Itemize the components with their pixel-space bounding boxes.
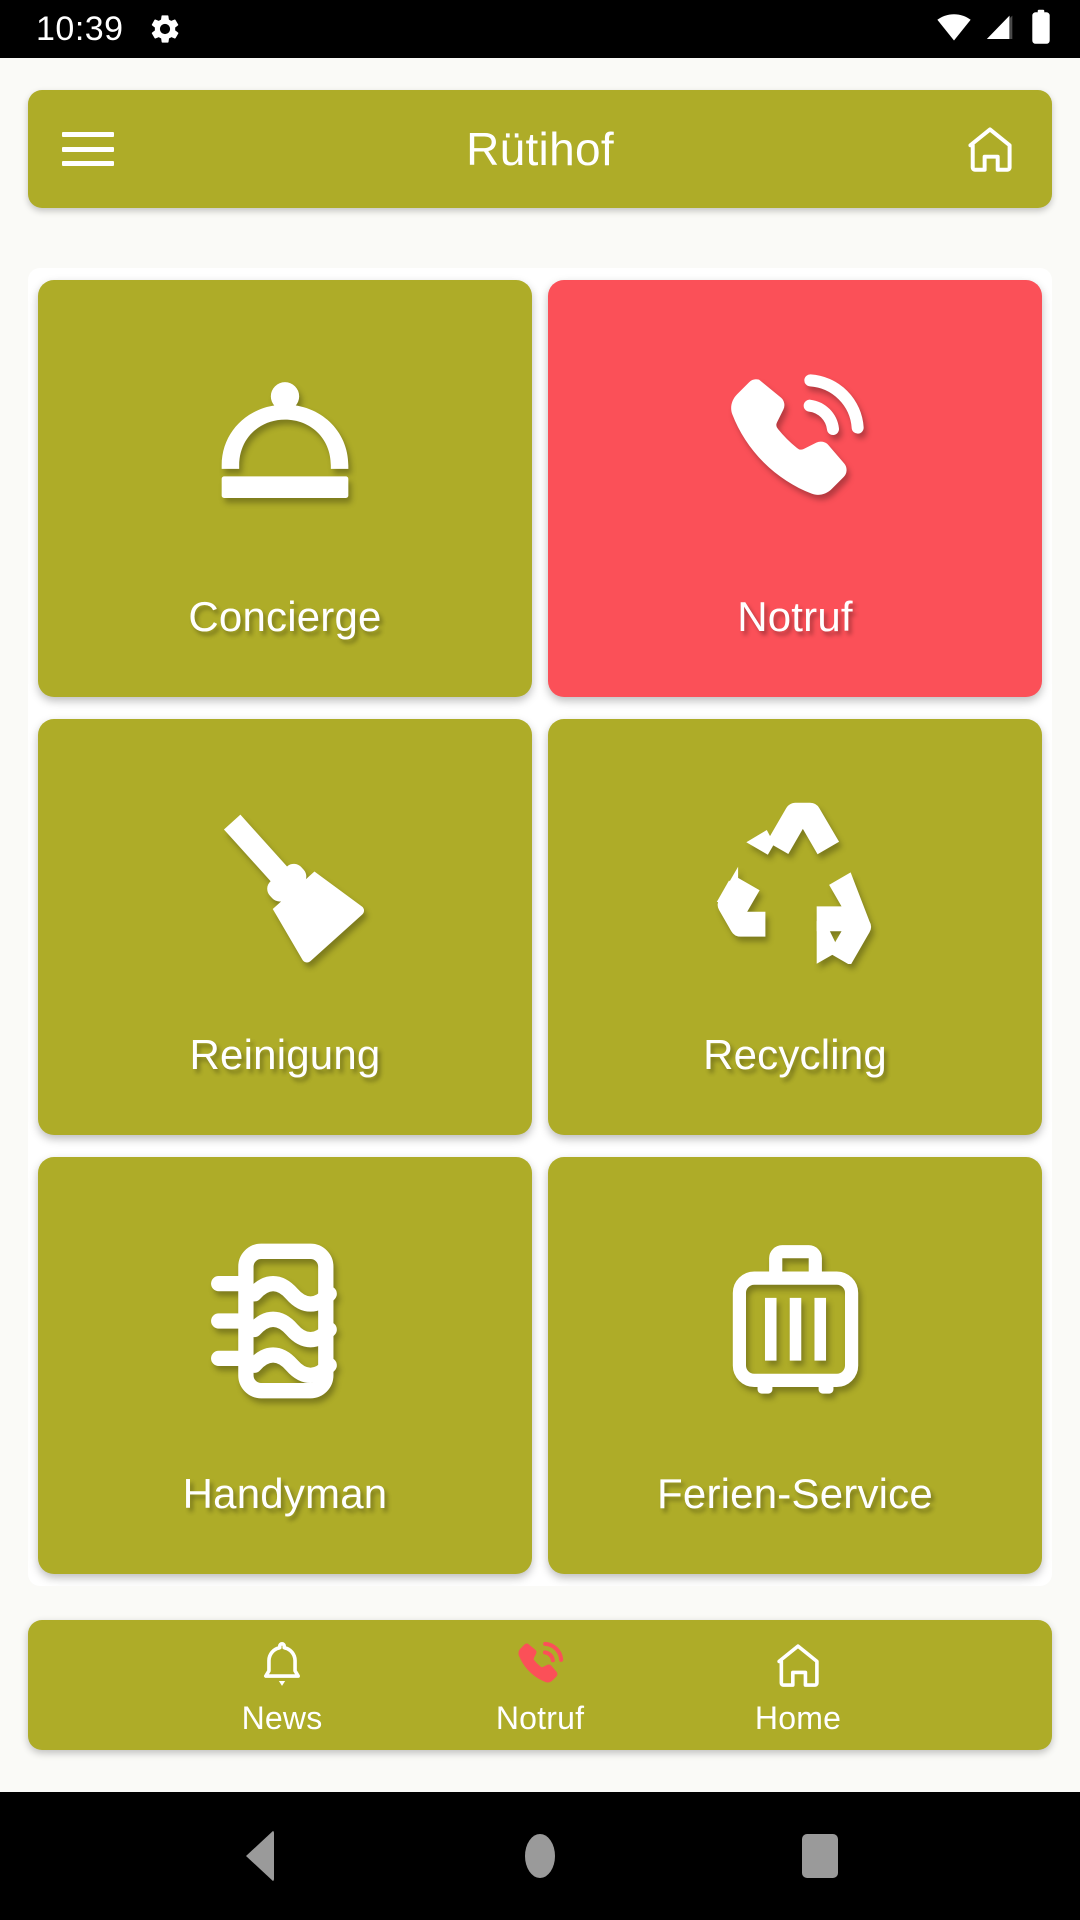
wifi-icon [936, 9, 972, 50]
status-bar-indicators [936, 9, 1052, 50]
suitcase-icon [548, 1157, 1042, 1470]
recents-square-icon[interactable] [760, 1811, 880, 1901]
page-title: Rütihof [466, 123, 614, 175]
tile-label: Recycling [703, 1031, 887, 1079]
home-circle-icon[interactable] [480, 1811, 600, 1901]
gear-icon [148, 12, 182, 46]
radiator-panel-icon [38, 1157, 532, 1470]
tile-concierge[interactable]: Concierge [38, 280, 532, 697]
tile-reinigung[interactable]: Reinigung [38, 718, 532, 1136]
battery-icon [1030, 9, 1052, 50]
home-outline-icon [771, 1634, 825, 1692]
emergency-phone-icon [513, 1634, 567, 1692]
emergency-phone-icon [548, 280, 1042, 593]
nav-item-label: Home [754, 1699, 842, 1736]
tile-label: Concierge [188, 592, 382, 640]
bell-icon [255, 1634, 309, 1692]
broom-icon [38, 719, 532, 1032]
tile-grid: Concierge Notruf Reinigung Recycling Han… [38, 280, 1042, 1574]
room-service-cloche-icon [38, 280, 532, 593]
nav-item-home[interactable]: Home [708, 1634, 888, 1737]
tile-label: Notruf [737, 592, 853, 640]
tile-recycling[interactable]: Recycling [548, 718, 1042, 1136]
bottom-navigation-bar: News Notruf Home [28, 1620, 1052, 1750]
status-bar: 10:39 [0, 0, 1080, 58]
tile-notruf[interactable]: Notruf [548, 280, 1042, 697]
recycling-icon [548, 719, 1042, 1032]
hamburger-menu-icon[interactable] [62, 129, 114, 169]
home-icon[interactable] [962, 121, 1018, 177]
app-bar: Rütihof [28, 90, 1052, 208]
tile-label: Reinigung [189, 1031, 381, 1079]
cellular-signal-icon [984, 10, 1018, 49]
tile-handyman[interactable]: Handyman [38, 1157, 532, 1574]
status-bar-clock: 10:39 [36, 10, 124, 48]
tile-grid-card: Concierge Notruf Reinigung Recycling Han… [28, 268, 1052, 1586]
nav-item-news[interactable]: News [192, 1634, 372, 1737]
tile-label: Handyman [182, 1469, 388, 1517]
android-system-nav [0, 1792, 1080, 1920]
nav-item-label: Notruf [495, 1699, 585, 1736]
nav-item-notruf[interactable]: Notruf [450, 1634, 630, 1737]
phone-screen: 10:39 Rütihof Concierge Notruf Reinigung… [0, 0, 1080, 1920]
tile-label: Ferien-Service [657, 1469, 933, 1517]
tile-ferien-service[interactable]: Ferien-Service [548, 1157, 1042, 1574]
back-triangle-icon[interactable] [200, 1811, 320, 1901]
nav-item-label: News [241, 1699, 323, 1736]
